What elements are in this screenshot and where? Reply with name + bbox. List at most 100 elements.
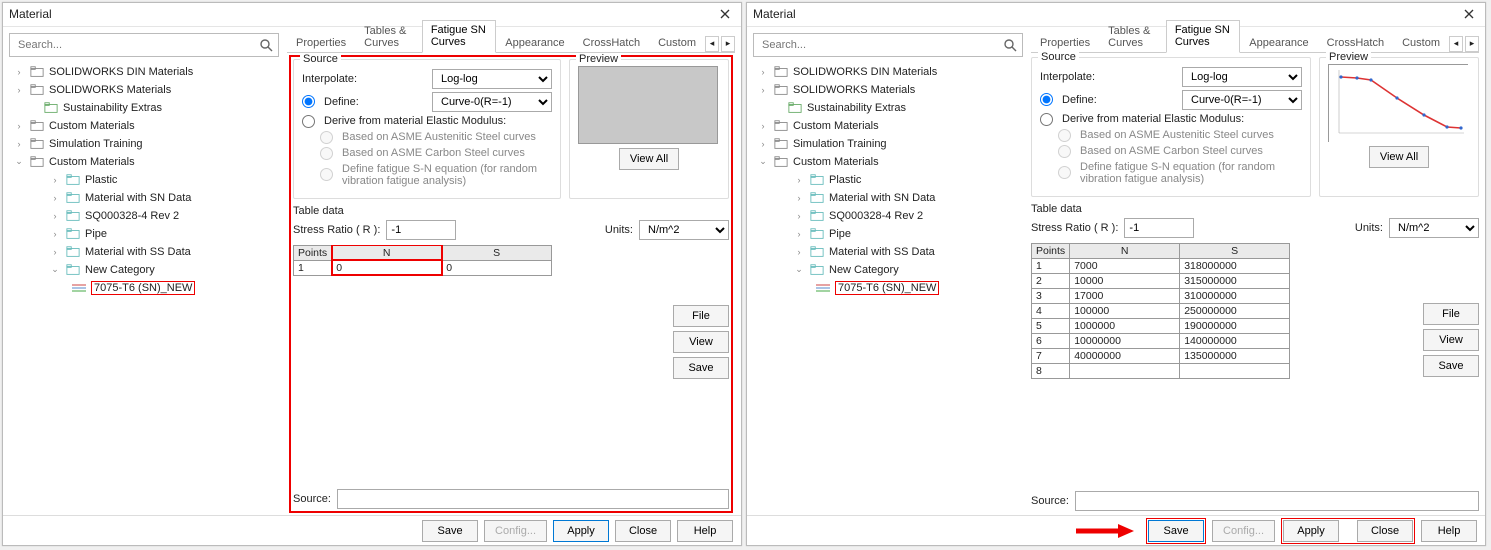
apply-button[interactable]: Apply [553,520,609,542]
view-button[interactable]: View [1423,329,1479,351]
close-icon[interactable] [715,4,735,24]
tree-item[interactable]: ›Plastic [9,171,279,189]
stress-ratio-input[interactable] [1124,218,1194,238]
table-row[interactable]: 51000000190000000 [1032,318,1290,333]
save-table-button[interactable]: Save [673,357,729,379]
close-button[interactable]: Close [1357,520,1413,542]
tree-item[interactable]: ›Simulation Training [753,135,1023,153]
folder-icon [65,173,81,187]
tab-scroll-left-icon[interactable]: ◂ [1449,36,1463,52]
sn-table-wrap[interactable]: Points N S 1 0 0 [293,245,552,435]
tree-item-selected[interactable]: 7075-T6 (SN)_NEW [9,279,279,297]
tab-tables[interactable]: Tables & Curves [355,21,422,53]
material-tree[interactable]: ›SOLIDWORKS DIN Materials ›SOLIDWORKS Ma… [753,63,1023,509]
table-row[interactable]: 210000315000000 [1032,273,1290,288]
material-tree[interactable]: ›SOLIDWORKS DIN Materials ›SOLIDWORKS Ma… [9,63,279,509]
define-select[interactable]: Curve-0(R=-1) [1182,90,1302,110]
table-row[interactable]: 610000000140000000 [1032,333,1290,348]
tree-item[interactable]: ›Material with SS Data [9,243,279,261]
tree-item[interactable]: ›Pipe [753,225,1023,243]
tab-custom[interactable]: Custom [649,33,705,53]
tab-appearance[interactable]: Appearance [1240,33,1317,53]
define-radio[interactable] [1040,93,1053,106]
units-select[interactable]: N/m^2 [639,220,729,240]
asme-aust-label: Based on ASME Austenitic Steel curves [1080,129,1274,141]
tree-item[interactable]: ›Sustainability Extras [753,99,1023,117]
search-box[interactable] [753,33,1023,57]
tree-item[interactable]: ›Pipe [9,225,279,243]
tab-tables[interactable]: Tables & Curves [1099,21,1166,53]
tree-item[interactable]: ⌄Custom Materials [753,153,1023,171]
view-all-button[interactable]: View All [619,148,679,170]
tab-scroll-right-icon[interactable]: ▸ [1465,36,1479,52]
tab-fatigue[interactable]: Fatigue SN Curves [1166,20,1240,53]
derive-radio[interactable] [1040,113,1053,126]
interpolate-select[interactable]: Log-log [1182,67,1302,87]
sn-curve-chart [1328,64,1468,142]
interpolate-select[interactable]: Log-log [432,69,552,89]
tab-custom[interactable]: Custom [1393,33,1449,53]
table-row[interactable]: 4100000250000000 [1032,303,1290,318]
tree-item[interactable]: ›SOLIDWORKS DIN Materials [9,63,279,81]
search-icon[interactable] [254,38,278,52]
tab-properties[interactable]: Properties [287,33,355,53]
stress-ratio-input[interactable] [386,220,456,240]
define-radio[interactable] [302,95,315,108]
tree-item[interactable]: ›SOLIDWORKS Materials [9,81,279,99]
table-row[interactable]: 8 [1032,363,1290,378]
define-select[interactable]: Curve-0(R=-1) [432,92,552,112]
tree-item[interactable]: ⌄Custom Materials [9,153,279,171]
sn-data-table[interactable]: Points N S 1 0 0 [293,245,552,276]
tree-item[interactable]: ⌄New Category [753,261,1023,279]
preview-placeholder [578,66,718,144]
save-table-button[interactable]: Save [1423,355,1479,377]
sn-data-table[interactable]: Points N S 17000318000000 21000031500000… [1031,243,1290,379]
tab-fatigue[interactable]: Fatigue SN Curves [422,20,496,53]
tab-properties[interactable]: Properties [1031,33,1099,53]
source-field[interactable] [337,489,729,509]
table-row[interactable]: 317000310000000 [1032,288,1290,303]
tree-item[interactable]: ›SOLIDWORKS Materials [753,81,1023,99]
save-button[interactable]: Save [1148,520,1204,542]
source-field-label: Source: [1031,495,1069,507]
tab-crosshatch[interactable]: CrossHatch [1318,33,1393,53]
file-button[interactable]: File [673,305,729,327]
save-button[interactable]: Save [422,520,478,542]
tree-item[interactable]: ›Material with SN Data [753,189,1023,207]
search-box[interactable] [9,33,279,57]
tree-item[interactable]: ›Custom Materials [753,117,1023,135]
help-button[interactable]: Help [1421,520,1477,542]
tab-scroll-left-icon[interactable]: ◂ [705,36,719,52]
tab-scroll-right-icon[interactable]: ▸ [721,36,735,52]
search-input[interactable] [16,38,254,52]
tree-item[interactable]: ›Simulation Training [9,135,279,153]
close-icon[interactable] [1459,4,1479,24]
view-button[interactable]: View [673,331,729,353]
tab-appearance[interactable]: Appearance [496,33,573,53]
search-icon[interactable] [998,38,1022,52]
tree-item-selected[interactable]: 7075-T6 (SN)_NEW [753,279,1023,297]
search-input[interactable] [760,38,998,52]
table-row[interactable]: 17000318000000 [1032,258,1290,273]
tree-item[interactable]: ›Material with SN Data [9,189,279,207]
close-button[interactable]: Close [615,520,671,542]
tree-item[interactable]: ›Sustainability Extras [9,99,279,117]
tree-item[interactable]: ›Material with SS Data [753,243,1023,261]
tree-item[interactable]: ›Custom Materials [9,117,279,135]
tree-item[interactable]: ›SQ000328-4 Rev 2 [753,207,1023,225]
file-button[interactable]: File [1423,303,1479,325]
table-row[interactable]: 1 0 0 [294,260,552,275]
units-select[interactable]: N/m^2 [1389,218,1479,238]
help-button[interactable]: Help [677,520,733,542]
tree-item[interactable]: ›SOLIDWORKS DIN Materials [753,63,1023,81]
tree-item[interactable]: ⌄New Category [9,261,279,279]
tree-item[interactable]: ›SQ000328-4 Rev 2 [9,207,279,225]
tree-item[interactable]: ›Plastic [753,171,1023,189]
derive-radio[interactable] [302,115,315,128]
apply-button[interactable]: Apply [1283,520,1339,542]
table-row[interactable]: 740000000135000000 [1032,348,1290,363]
sn-table-wrap[interactable]: Points N S 17000318000000 21000031500000… [1031,243,1290,433]
view-all-button[interactable]: View All [1369,146,1429,168]
tab-crosshatch[interactable]: CrossHatch [574,33,649,53]
source-field[interactable] [1075,491,1479,511]
